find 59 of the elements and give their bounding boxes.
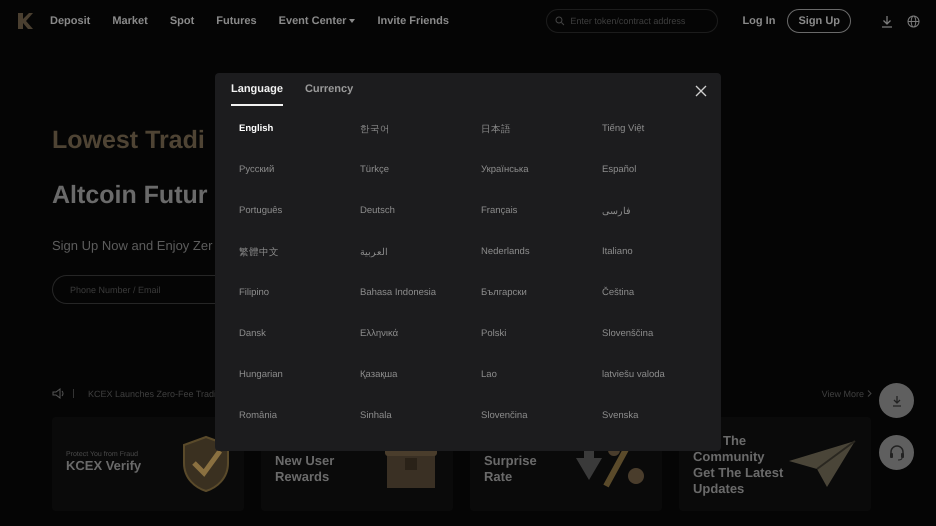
card-title: New User Rewards [275,453,336,485]
language-option[interactable]: العربية [360,246,388,258]
language-option[interactable]: Deutsch [360,205,395,216]
language-option[interactable]: فارسی [602,205,631,217]
download-icon[interactable] [881,14,893,28]
hero-tagline: Sign Up Now and Enjoy Zer [52,238,212,253]
language-option[interactable]: Türkçe [360,164,390,175]
hero-headline: Lowest Tradi [52,126,205,155]
card-title: Surprise Rate [484,453,538,485]
language-option[interactable]: latviešu valoda [602,369,665,380]
card-title: The Community Get The Latest Updates [693,433,784,497]
language-option[interactable]: Bahasa Indonesia [360,287,436,298]
language-option[interactable]: Ελληνικά [360,328,398,339]
language-option[interactable]: Slovenščina [602,328,654,339]
language-option[interactable]: Русский [239,164,274,175]
download-icon [890,394,902,406]
nav-link[interactable]: Futures [216,15,257,27]
language-option[interactable]: Қазақша [360,369,398,380]
language-option[interactable]: English [239,123,274,134]
nav-link[interactable]: Deposit [50,15,90,27]
nav-link[interactable]: Invite Friends [377,15,449,27]
login-link[interactable]: Log In [742,15,776,27]
language-option[interactable]: Lao [481,369,497,380]
paper-plane-icon [787,439,857,489]
language-option[interactable]: Français [481,205,518,216]
nav-link[interactable]: Market [112,15,148,27]
search-icon [555,16,566,26]
search-field[interactable]: Enter token/contract address [546,9,718,33]
card-title: KCEX Verify [66,458,142,474]
language-option[interactable]: Tiếng Việt [602,123,644,134]
search-input[interactable]: Enter token/contract address [570,16,710,26]
download-button[interactable] [879,383,914,418]
dialog-tab[interactable]: Currency [304,73,354,106]
language-option[interactable]: Dansk [239,328,266,339]
language-option[interactable]: Polski [481,328,506,339]
chevron-right-icon [867,390,872,397]
language-option[interactable]: Nederlands [481,246,530,257]
nav-link[interactable]: Spot [170,15,194,27]
language-option[interactable]: Italiano [602,246,633,257]
language-option[interactable]: Español [602,164,636,175]
language-option[interactable]: Українська [481,164,529,175]
language-option[interactable]: Čeština [602,287,634,298]
language-option[interactable]: Hungarian [239,369,283,380]
signup-button[interactable]: Sign Up [787,9,851,33]
language-option[interactable]: 繁體中文 [239,246,279,259]
promo-card[interactable]: The Community Get The Latest Updates [679,417,871,511]
language-option[interactable]: Български [481,287,527,298]
speaker-icon [52,388,65,399]
dialog-tab[interactable]: Language [231,73,283,106]
close-button[interactable] [695,85,707,97]
nav-link[interactable]: Event Center [278,15,356,27]
language-option[interactable]: Português [239,205,282,216]
language-option[interactable]: 한국어 [360,123,390,136]
close-icon [695,85,707,97]
headset-icon [888,444,906,462]
globe-icon[interactable] [907,14,920,28]
language-option[interactable]: 日本語 [481,123,511,136]
hero-subheadline: Altcoin Futur [52,181,208,210]
support-button[interactable] [879,435,914,470]
